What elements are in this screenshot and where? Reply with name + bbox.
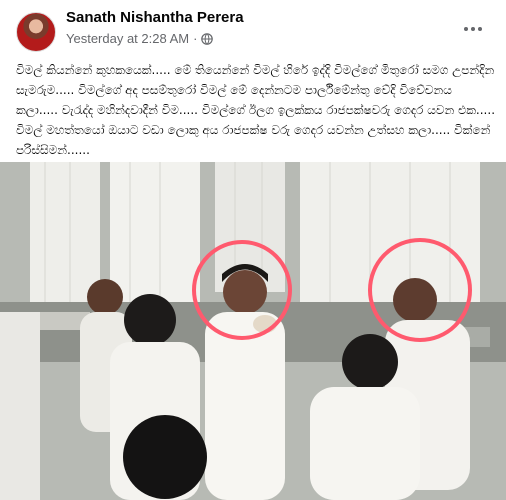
author-avatar[interactable] (16, 12, 56, 52)
post-text: විමල් කියන්නේ කුහකයෙක්..... මේ තියෙන්නේ … (16, 63, 496, 157)
more-dot (478, 27, 482, 31)
photo-image (0, 162, 506, 500)
post-header: Sanath Nishantha Perera Yesterday at 2:2… (0, 0, 506, 56)
author-name[interactable]: Sanath Nishantha Perera (66, 9, 244, 26)
post-photo[interactable] (0, 162, 506, 500)
more-dot (471, 27, 475, 31)
meta-separator: · (193, 31, 198, 46)
post-timestamp[interactable]: Yesterday at 2:28 AM (66, 31, 189, 46)
more-horizontal-icon (464, 27, 468, 31)
post-meta: Yesterday at 2:28 AM · (66, 31, 214, 46)
facebook-post: Sanath Nishantha Perera Yesterday at 2:2… (0, 0, 506, 500)
globe-icon[interactable] (201, 32, 214, 45)
more-options-button[interactable] (458, 14, 488, 44)
